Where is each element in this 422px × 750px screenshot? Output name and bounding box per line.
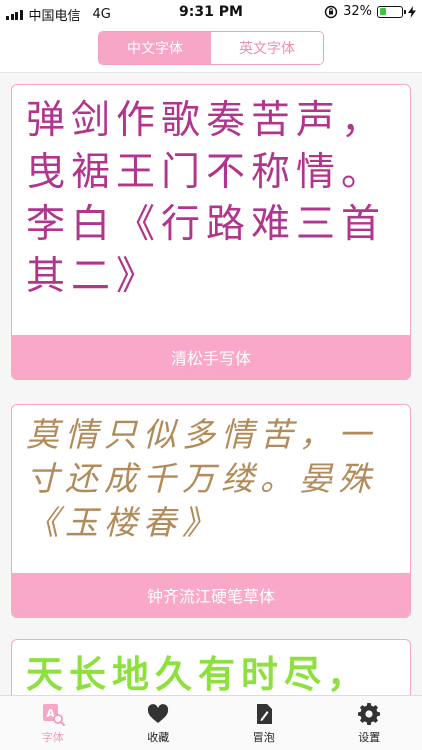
font-search-icon: A [42,703,65,726]
status-right: 32% [324,4,416,19]
tabbar-label: 设置 [358,730,381,744]
tabbar-item-favorites[interactable]: 收藏 [106,696,212,750]
font-card[interactable]: 弹剑作歌奏苦声，曳裾王门不称情。李白《行路难三首其二》 清松手写体 [11,84,411,380]
font-sample-text: 莫情只似多情苦，一寸还成千万缕。晏殊《玉楼春》 [26,415,377,542]
tabbar-label: 冒泡 [252,730,275,744]
tabbar-item-settings[interactable]: 设置 [317,696,422,750]
font-sample-text: 弹剑作歌奏苦声，曳裾王门不称情。李白《行路难三首其二》 [26,98,387,299]
battery-fill [379,8,387,15]
battery-icon [377,5,406,18]
font-list[interactable]: 弹剑作歌奏苦声，曳裾王门不称情。李白《行路难三首其二》 清松手写体 莫情只似多情… [0,73,422,695]
status-bar: 中国电信 4G 9:31 PM 32% [0,0,422,26]
font-category-segment: 中文字体 英文字体 [98,31,324,65]
font-card[interactable]: 天长地久有时尽， [11,639,411,695]
tab-english-fonts[interactable]: 英文字体 [211,32,323,64]
tab-chinese-fonts[interactable]: 中文字体 [99,32,211,64]
heart-icon [148,703,169,723]
bottom-tab-bar: A 字体 收藏 冒泡 设置 [0,695,422,750]
tabbar-label: 收藏 [147,730,170,744]
font-name-label: 钟齐流江硬笔草体 [12,573,410,617]
tabbar-item-fonts[interactable]: A 字体 [0,696,106,750]
tabbar-label: 字体 [41,730,64,744]
battery-percent: 32% [343,4,372,19]
charging-bolt-icon [408,5,416,18]
font-sample-text: 天长地久有时尽， [26,653,370,695]
tabbar-item-bubble[interactable]: 冒泡 [211,696,317,750]
font-name-label: 清松手写体 [12,335,410,379]
font-card[interactable]: 莫情只似多情苦，一寸还成千万缕。晏殊《玉楼春》 钟齐流江硬笔草体 [11,404,411,618]
note-icon [256,703,272,724]
rotation-lock-icon [324,5,338,18]
gear-icon [358,702,381,725]
